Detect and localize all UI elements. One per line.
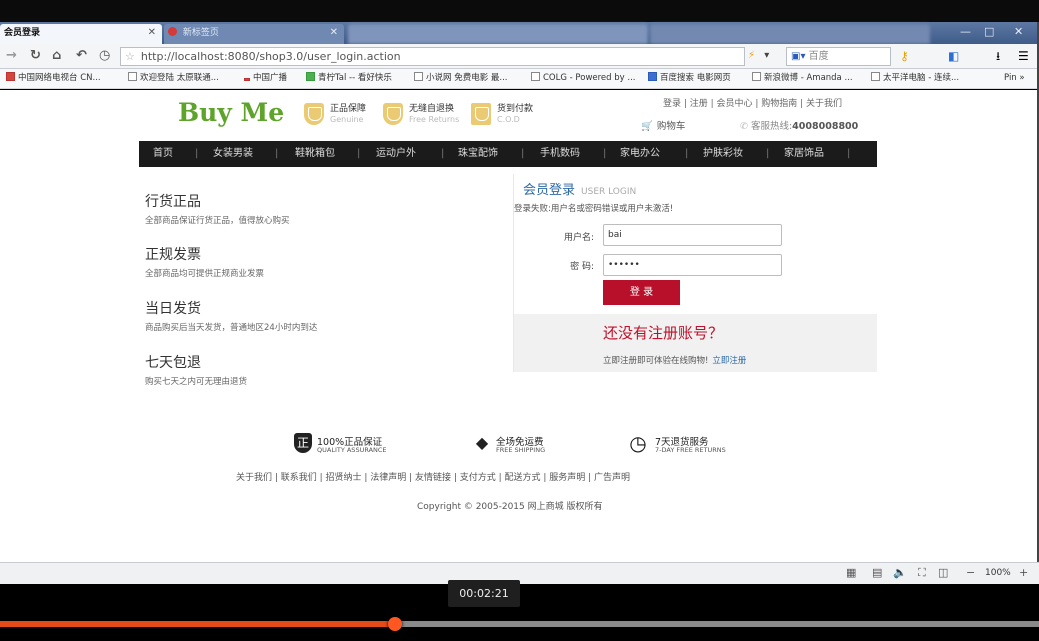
nav-item[interactable]: 家居饰品: [784, 141, 824, 167]
search-engine-icon: ▣▾: [791, 51, 806, 62]
nav-item[interactable]: 护肤彩妆: [703, 141, 743, 167]
register-title: 还没有注册账号？: [603, 324, 724, 342]
nav-item[interactable]: 家电办公: [620, 141, 660, 167]
address-url: http://localhost:8080/shop3.0/user_login…: [140, 50, 401, 63]
register-text: 立即注册即可体验在线购物! 立即注册: [603, 356, 747, 366]
feature-item: 行货正品 全部商品保证行货正品，值得放心购买: [145, 194, 290, 226]
hotline: ✆ 客服热线:4008008800: [740, 121, 859, 132]
footer-links[interactable]: 关于我们 | 联系我们 | 招贤纳士 | 法律声明 | 友情链接 | 支付方式 …: [236, 470, 630, 483]
password-label: 密 码:: [570, 262, 594, 272]
sound-icon[interactable]: 🔈: [893, 567, 907, 579]
search-placeholder: 百度: [808, 51, 829, 62]
bookmark-item[interactable]: 中国广播: [244, 69, 287, 88]
navigation-bar: → ↻ ⌂ ↶ ◷ ☆ http://localhost:8080/shop3.0…: [0, 44, 1039, 69]
address-actions: ⚡ ▾: [748, 47, 769, 66]
cod-icon: [471, 103, 491, 125]
fullscreen-icon[interactable]: ⛶: [918, 567, 926, 579]
bookmark-item[interactable]: 小说网 免费电影 最...: [414, 69, 508, 88]
bookmark-item[interactable]: 中国网络电视台 CN...: [6, 69, 101, 88]
search-input[interactable]: ▣▾ 百度: [786, 47, 891, 66]
key-icon[interactable]: ⚷: [900, 49, 909, 63]
bookmark-item[interactable]: 青柠Tal -- 看好快乐: [306, 69, 392, 88]
shield-icon: [304, 103, 324, 125]
tab-label: 会员登录: [4, 28, 41, 38]
cart-icon: 🛒: [641, 121, 653, 132]
web-page: Buy Me 正品保障 Genuine 无缝自退换 Free Returns 货…: [0, 90, 1037, 562]
progress-handle[interactable]: [388, 617, 402, 631]
nav-item[interactable]: 女装男装: [213, 141, 253, 167]
login-title: 会员登录 USER LOGIN: [523, 183, 637, 198]
feature-item: 七天包退 购买七天之内可无理由退货: [145, 355, 248, 387]
lightning-icon[interactable]: ⚡: [748, 50, 755, 61]
zoom-level[interactable]: 100%: [985, 568, 1011, 578]
bookmark-item[interactable]: 新浪微博 - Amanda ...: [752, 69, 853, 88]
dropdown-icon[interactable]: ▾: [764, 50, 769, 61]
login-error-message: 登录失败:用户名或密码错误或用户未激活!: [514, 204, 674, 214]
register-panel: 还没有注册账号？ 立即注册即可体验在线购物! 立即注册: [514, 314, 877, 372]
password-input[interactable]: ••••••: [603, 254, 782, 276]
login-panel: 会员登录 USER LOGIN 登录失败:用户名或密码错误或用户未激活! 用户名:…: [513, 174, 877, 372]
bookmark-item[interactable]: 太平洋电脑 - 连续...: [871, 69, 959, 88]
undo-icon[interactable]: ↶: [76, 48, 87, 64]
phone-icon: ✆: [740, 121, 748, 132]
extension-icon[interactable]: ◧: [948, 49, 959, 63]
download-icon[interactable]: ⭳: [996, 49, 1000, 63]
box-icon: ◆: [475, 433, 489, 452]
tab-member-login[interactable]: 会员登录 ✕: [0, 24, 162, 44]
nav-item[interactable]: 鞋靴箱包: [295, 141, 335, 167]
username-input[interactable]: bai: [603, 224, 782, 246]
zoom-in-icon[interactable]: +: [1019, 567, 1028, 579]
bookmark-item[interactable]: COLG - Powered by ...: [531, 69, 636, 88]
home-icon[interactable]: ⌂: [52, 48, 61, 64]
nav-item[interactable]: 手机数码: [540, 141, 580, 167]
login-button[interactable]: 登 录: [603, 280, 680, 305]
copyright: Copyright © 2005-2015 网上商城 版权所有: [417, 502, 603, 512]
menu-icon[interactable]: ☰: [1018, 49, 1029, 63]
bookmarks-bar: 中国网络电视台 CN... 欢迎登陆 太原联通... 中国广播 青柠Tal --…: [0, 69, 1039, 89]
history-icon[interactable]: ◷: [99, 48, 110, 64]
feature-item: 正规发票 全部商品均可提供正规商业发票: [145, 247, 265, 279]
bookmark-item[interactable]: 百度搜索 电影网页: [648, 69, 731, 88]
bookmark-item[interactable]: 欢迎登陆 太原联通...: [128, 69, 219, 88]
favicon-icon: [168, 27, 177, 36]
register-link[interactable]: 立即注册: [712, 356, 746, 366]
tab-new-tab[interactable]: 新标签页 ✕: [164, 24, 344, 44]
site-logo[interactable]: Buy Me: [178, 98, 284, 127]
split-icon[interactable]: ◫: [938, 567, 948, 579]
progress-played: [0, 621, 395, 627]
maximize-button[interactable]: □: [984, 22, 994, 42]
compat-icon[interactable]: ▤: [872, 567, 882, 579]
close-tab-icon[interactable]: ✕: [330, 24, 338, 42]
clock-icon: ◷: [629, 431, 647, 455]
star-icon[interactable]: ☆: [125, 50, 135, 63]
forward-icon[interactable]: →: [6, 48, 17, 64]
username-label: 用户名:: [563, 233, 594, 243]
tab-label: 新标签页: [182, 28, 219, 38]
minimize-button[interactable]: —: [960, 22, 971, 42]
cart-link[interactable]: 🛒 购物车: [641, 118, 685, 132]
screenshot-icon[interactable]: ▦: [846, 567, 856, 579]
screen: 会员登录 ✕ 新标签页 ✕ — □ ✕ → ↻ ⌂ ↶ ◷ ☆ http://lo…: [0, 0, 1039, 641]
close-window-button[interactable]: ✕: [1014, 22, 1023, 42]
shield-icon: [383, 103, 403, 125]
feature-item: 当日发货 商品购买后当天发货，普通地区24小时内到达: [145, 301, 318, 333]
quality-badge-icon: 正: [294, 433, 312, 453]
main-nav: 首页 | 女装男装 | 鞋靴箱包 | 运动户外 | 珠宝配饰 | 手机数码 | …: [139, 141, 877, 167]
progress-track[interactable]: [0, 617, 1039, 631]
top-links[interactable]: 登录 | 注册 | 会员中心 | 购物指南 | 关于我们: [663, 96, 842, 109]
address-bar[interactable]: ☆ http://localhost:8080/shop3.0/user_logi…: [120, 47, 745, 66]
tab-strip: 会员登录 ✕ 新标签页 ✕ — □ ✕: [0, 22, 1039, 44]
zoom-out-icon[interactable]: −: [966, 567, 975, 579]
nav-item[interactable]: 首页: [153, 141, 173, 167]
blurred-tab: [650, 24, 930, 44]
close-tab-icon[interactable]: ✕: [148, 24, 156, 42]
time-tooltip: 00:02:21: [448, 580, 520, 607]
title-bar: [0, 0, 1039, 22]
blurred-tab: [348, 24, 648, 44]
bookmark-more[interactable]: Pin »: [1004, 69, 1025, 88]
nav-item[interactable]: 运动户外: [376, 141, 416, 167]
refresh-icon[interactable]: ↻: [30, 48, 41, 64]
nav-item[interactable]: 珠宝配饰: [458, 141, 498, 167]
